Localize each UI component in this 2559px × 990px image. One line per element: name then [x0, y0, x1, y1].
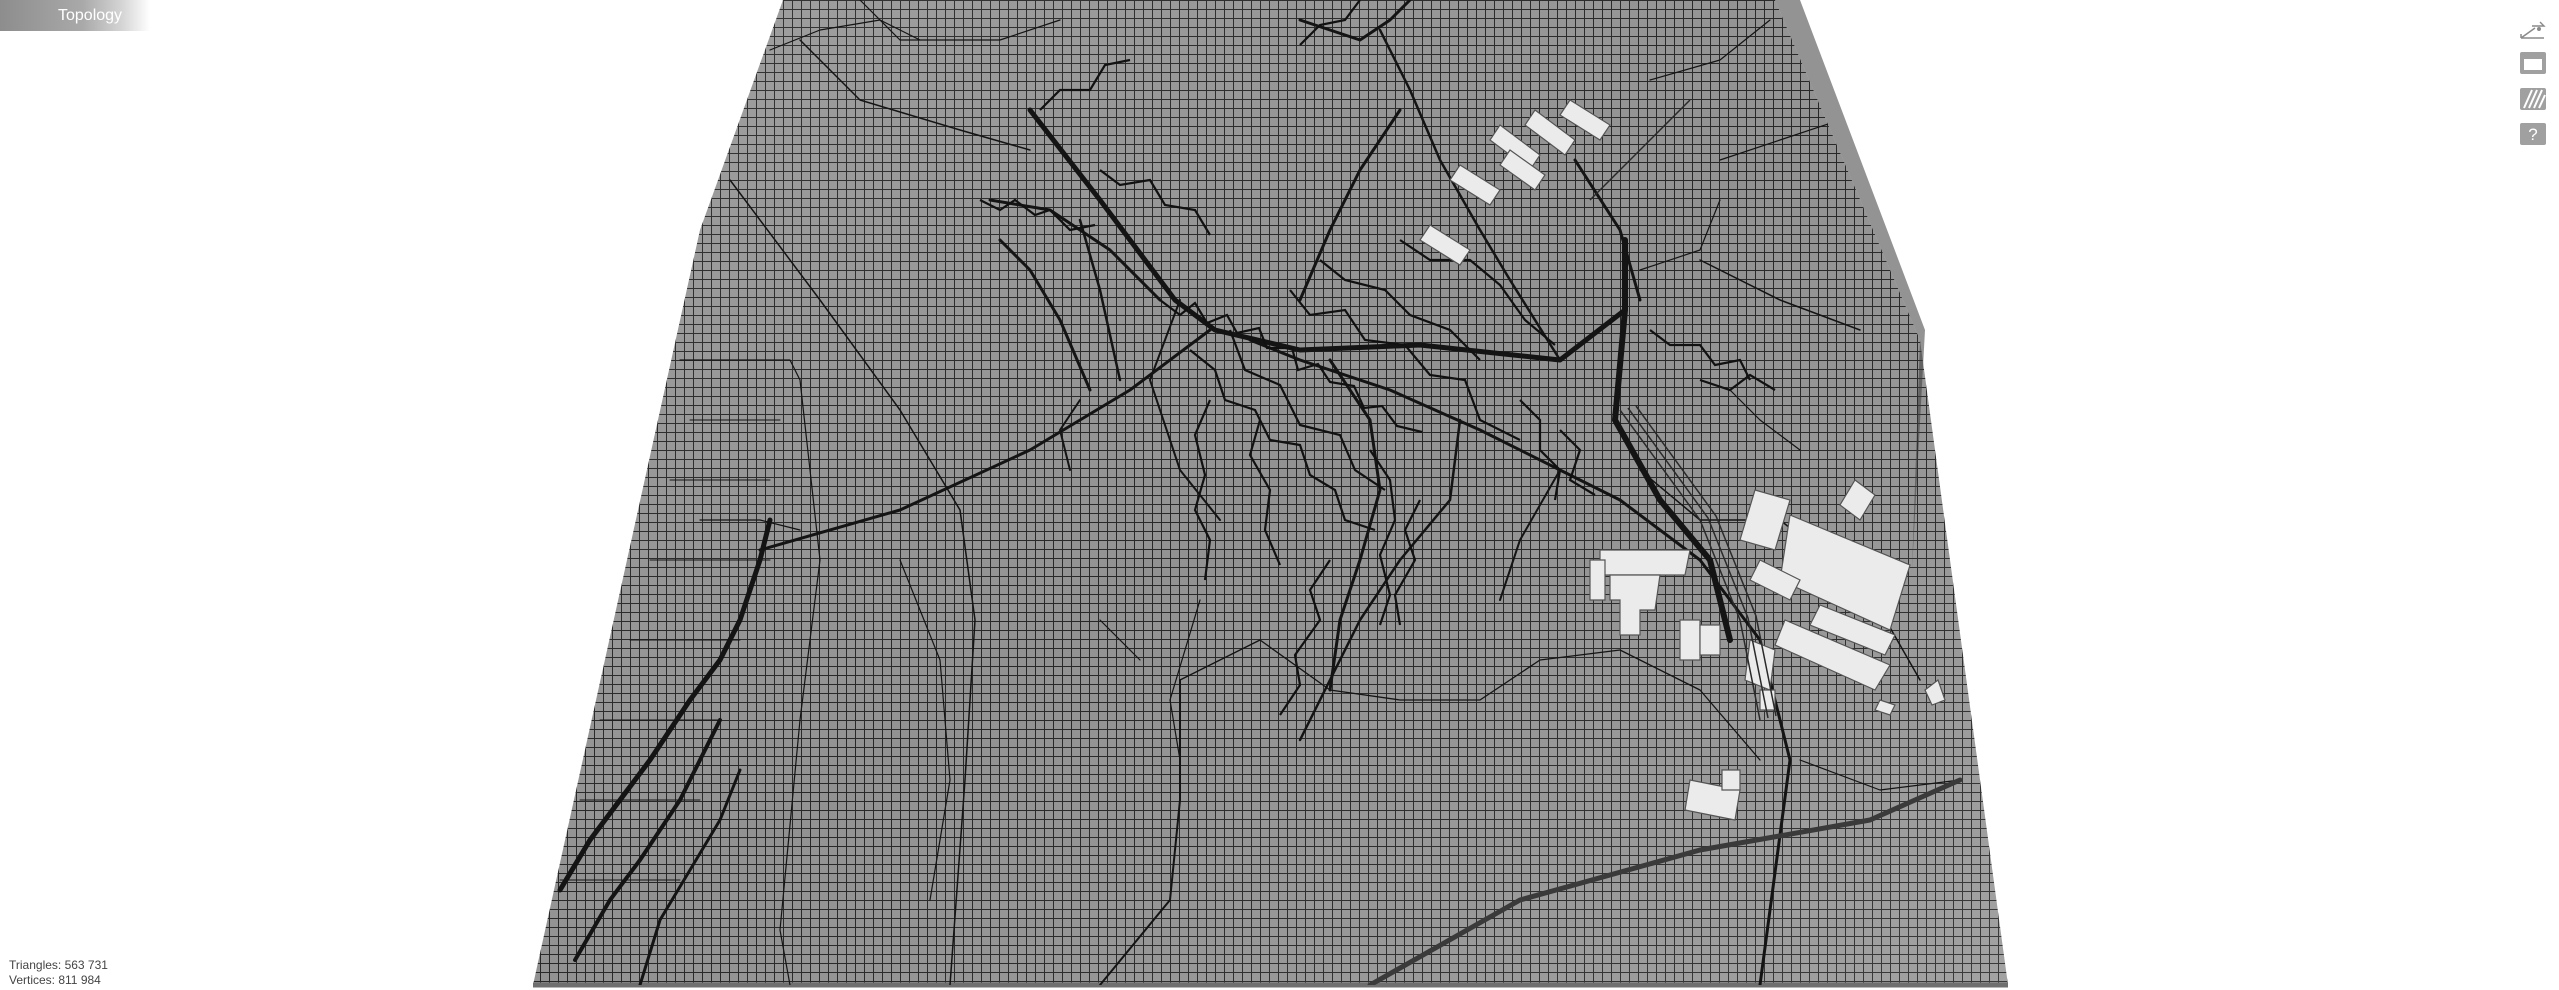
- hatch-icon: [2520, 88, 2546, 110]
- vertices-count: Vertices: 811 984: [9, 973, 101, 987]
- axis-gizmo-icon: [2520, 21, 2546, 39]
- view-orientation-button[interactable]: [2518, 16, 2548, 42]
- texture-mode-button[interactable]: [2518, 86, 2548, 112]
- svg-text:?: ?: [2528, 125, 2537, 144]
- window-title-tab: Topology: [0, 0, 150, 31]
- triangles-count: Triangles: 563 731: [9, 958, 108, 972]
- terrain-scene[interactable]: [0, 0, 2559, 990]
- help-button[interactable]: ?: [2518, 121, 2548, 147]
- 3d-viewport[interactable]: Topology ? Triangles: 563 731 Vertices: …: [0, 0, 2559, 990]
- mesh-stats: Triangles: 563 731 Vertices: 811 984: [9, 958, 108, 988]
- display-mode-button[interactable]: [2518, 50, 2548, 76]
- window-title: Topology: [58, 7, 123, 24]
- question-icon: ?: [2520, 123, 2546, 145]
- window-icon: [2520, 52, 2546, 74]
